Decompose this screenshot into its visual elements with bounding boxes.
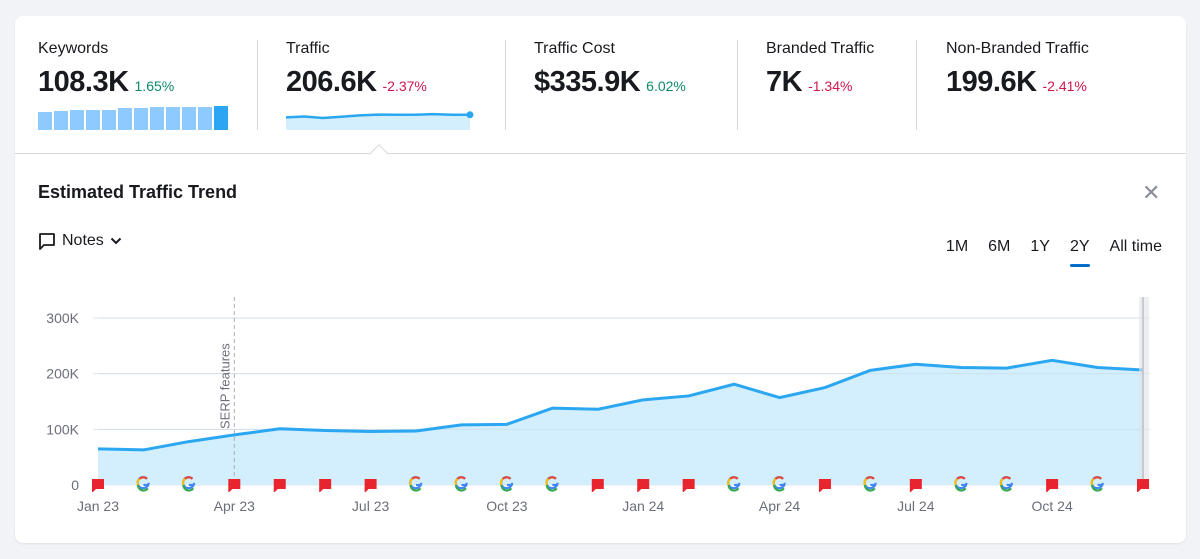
data-point[interactable] (910, 358, 922, 370)
data-point[interactable] (683, 390, 695, 402)
data-point[interactable] (637, 394, 649, 406)
y-tick-label: 0 (71, 477, 79, 493)
data-point[interactable] (137, 444, 149, 456)
note-flag-icon[interactable] (273, 479, 286, 492)
note-flag-icon[interactable] (637, 479, 650, 492)
y-tick-label: 200K (46, 366, 79, 382)
data-point[interactable] (319, 424, 331, 436)
y-tick-label: 100K (46, 421, 79, 437)
data-point[interactable] (455, 419, 467, 431)
traffic-overview-card: Keywords 108.3K 1.65% Traffic 206.6K -2.… (15, 16, 1186, 543)
data-point[interactable] (183, 436, 195, 448)
note-flag-icon[interactable] (682, 479, 695, 492)
data-point[interactable] (410, 425, 422, 437)
data-point[interactable] (728, 378, 740, 390)
data-point[interactable] (1046, 354, 1058, 366)
data-point[interactable] (1092, 362, 1104, 374)
x-tick-label: Jan 23 (77, 498, 119, 514)
data-point[interactable] (501, 418, 513, 430)
hover-band (1139, 297, 1149, 485)
note-flag-icon[interactable] (1046, 479, 1059, 492)
data-point[interactable] (819, 382, 831, 394)
note-flag-icon[interactable] (591, 479, 604, 492)
data-point[interactable] (274, 423, 286, 435)
x-tick-label: Oct 23 (486, 498, 527, 514)
note-flag-icon[interactable] (364, 479, 377, 492)
traffic-trend-chart: 0 100K 200K 300K SERP features Jan 23 Apr 23 Ju… (46, 297, 1150, 514)
x-tick-label: Apr 24 (759, 498, 800, 514)
x-tick-label: Jan 24 (622, 498, 664, 514)
note-flag-icon[interactable] (818, 479, 831, 492)
data-point[interactable] (955, 362, 967, 374)
x-tick-label: Oct 24 (1032, 498, 1073, 514)
x-tick-label: Apr 23 (214, 498, 255, 514)
traffic-area (98, 360, 1143, 485)
data-point[interactable] (546, 402, 558, 414)
data-point[interactable] (864, 364, 876, 376)
x-tick-label: Jul 24 (897, 498, 935, 514)
note-flag-icon[interactable] (92, 479, 104, 492)
y-tick-label: 300K (46, 310, 79, 326)
x-tick-label: Jul 23 (352, 498, 390, 514)
note-flag-icon[interactable] (319, 479, 332, 492)
data-point[interactable] (592, 403, 604, 415)
data-point[interactable] (92, 443, 104, 455)
data-point[interactable] (774, 392, 786, 404)
data-point[interactable] (1001, 362, 1013, 374)
data-point[interactable] (365, 426, 377, 438)
annotation-label[interactable]: SERP features (217, 343, 232, 429)
note-flag-icon[interactable] (228, 479, 241, 492)
note-flag-icon[interactable] (909, 479, 922, 492)
note-flag-icon[interactable] (1137, 479, 1149, 492)
